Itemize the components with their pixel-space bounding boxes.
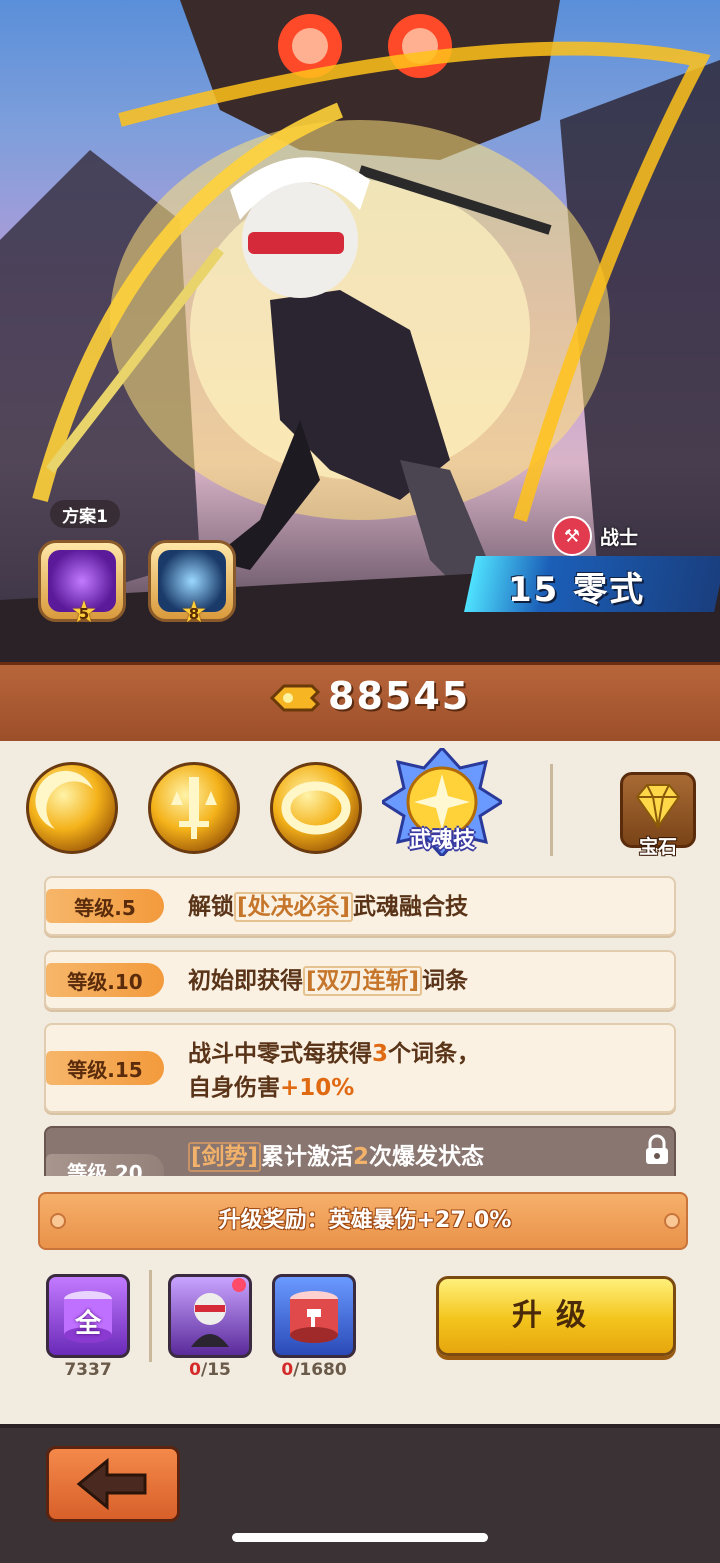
skill-tab-1[interactable]	[26, 762, 118, 854]
level-description-line2: 自身伤害+10%	[188, 1071, 354, 1105]
hero-level: 15	[508, 570, 560, 610]
emblem-slot-level: 8	[188, 605, 200, 623]
gold-ticket-icon	[269, 684, 321, 712]
material-need: /1680	[293, 1360, 347, 1380]
level-text-pre: 自身伤害	[188, 1075, 280, 1101]
material-divider	[149, 1270, 152, 1362]
level-row-20: 等级.20 [剑势] 累计激活2次爆发状态	[44, 1126, 676, 1176]
level-keyword: [双刃连斩]	[303, 966, 423, 996]
level-keyword: [处决必杀]	[234, 892, 354, 922]
level-number: 3	[372, 1041, 389, 1067]
material-hero-shard[interactable]	[168, 1274, 252, 1358]
hero-name: 零式	[573, 570, 646, 610]
rivet-icon	[664, 1213, 680, 1229]
currency-value: 88545	[328, 674, 471, 718]
material-count: 7337	[64, 1360, 112, 1380]
material-need: /15	[200, 1360, 231, 1380]
home-indicator[interactable]	[232, 1533, 488, 1542]
back-arrow-icon	[76, 1457, 147, 1511]
level-row-10: 等级.10 初始即获得 [双刃连斩] 词条	[44, 950, 676, 1010]
level-number: 2	[353, 1144, 370, 1170]
universal-can-glyph: 全	[74, 1309, 101, 1339]
skill-tab-weapon-soul-label: 武魂技	[408, 828, 475, 853]
level-text-post: 词条	[422, 968, 469, 994]
warrior-axe-icon: ⚒	[552, 516, 592, 556]
material-count: 0/1680	[266, 1360, 362, 1380]
back-button[interactable]	[46, 1446, 180, 1522]
golden-ring-icon	[281, 781, 351, 835]
level-text-pre: 战斗中零式每获得	[188, 1041, 372, 1067]
upgrade-button-label: 升级	[512, 1298, 600, 1333]
tab-divider	[550, 764, 553, 856]
skill-tab-2[interactable]	[148, 762, 240, 854]
level-description: 初始即获得 [双刃连斩] 词条	[188, 964, 468, 998]
level-text-pre: 解锁	[188, 894, 234, 920]
hero-artwork: 方案1 ★ 5 ★ 8 ⚒ 战士 15 零式	[0, 0, 720, 662]
level-keyword: [剑势]	[188, 1142, 262, 1172]
loadout-plan-label[interactable]: 方案1	[50, 500, 120, 528]
level-row-15: 等级.15 战斗中零式每获得3个词条， 自身伤害+10%	[44, 1023, 676, 1113]
material-universal-can[interactable]: 全	[46, 1274, 130, 1358]
emblem-slot-1[interactable]: ★ 5	[38, 540, 126, 628]
lock-icon	[646, 1134, 668, 1164]
hero-shard-portrait-icon	[191, 1278, 246, 1347]
hero-class-label: 战士	[600, 526, 639, 549]
material-warrior-can[interactable]	[272, 1274, 356, 1358]
level-text-post: 武魂融合技	[353, 894, 469, 920]
hero-class-tag: ⚒ 战士	[552, 516, 638, 556]
level-badge: 等级.10	[46, 963, 164, 997]
level-text-post: 次爆发状态	[369, 1144, 485, 1170]
material-have: 0	[281, 1360, 294, 1380]
skill-tab-3[interactable]	[270, 762, 362, 854]
level-row-5: 等级.5 解锁 [处决必杀] 武魂融合技	[44, 876, 676, 936]
level-row-20-clip: 等级.20 [剑势] 累计激活2次爆发状态	[44, 1126, 676, 1176]
level-text-post: 个词条，	[388, 1041, 481, 1067]
level-badge: 等级.15	[46, 1051, 164, 1085]
level-text-mid: 累计激活	[261, 1144, 354, 1170]
level-number: +10%	[280, 1075, 355, 1101]
upgrade-reward-bar: 升级奖励：英雄暴伤+27.0%	[38, 1192, 688, 1250]
rising-sword-icon	[171, 777, 217, 839]
emblem-slot-2[interactable]: ★ 8	[148, 540, 236, 628]
level-description: 解锁 [处决必杀] 武魂融合技	[188, 890, 468, 924]
level-text-pre: 初始即获得	[188, 968, 303, 994]
emblem-slot-level: 5	[78, 605, 90, 623]
material-count: 0/15	[162, 1360, 258, 1380]
warrior-can-icon	[290, 1291, 338, 1343]
hero-level-name: 15 零式	[508, 562, 645, 611]
gem-label: 宝石	[638, 836, 677, 858]
level-badge: 等级.20	[46, 1154, 164, 1176]
upgrade-reward-text: 升级奖励：英雄暴伤+27.0%	[218, 1208, 512, 1233]
upgrade-button[interactable]: 升级	[436, 1276, 676, 1356]
level-description-line1: 战斗中零式每获得3个词条，	[188, 1037, 480, 1071]
crescent-slash-icon	[35, 770, 93, 829]
level-badge: 等级.5	[46, 889, 164, 923]
material-have: 0	[189, 1360, 201, 1380]
level-description: [剑势] 累计激活2次爆发状态	[188, 1140, 484, 1174]
